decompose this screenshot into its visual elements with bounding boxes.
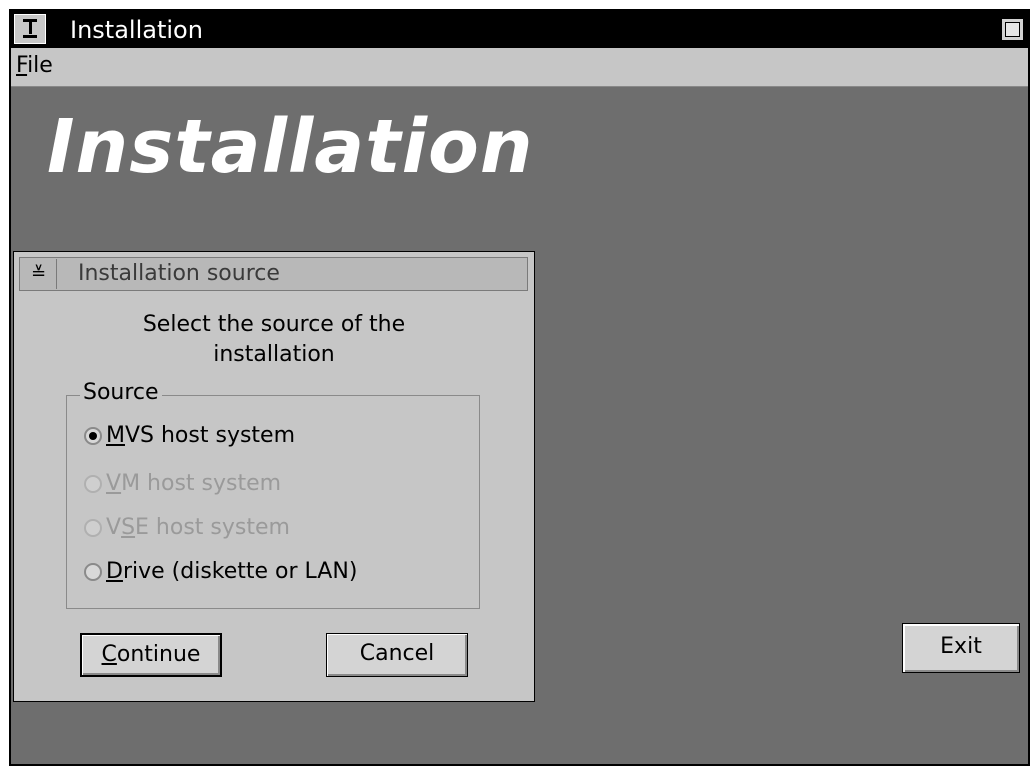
banner-title: Installation [47,104,534,190]
instruction-line-1: Select the source of the [142,312,406,337]
radio-unchecked-icon [84,563,102,581]
radio-mvs-mnemonic: M [106,423,125,448]
menu-file-label: ile [27,53,53,78]
radio-mvs-host[interactable]: M VS host system [84,419,295,453]
radio-vse-prefix: V [106,515,122,540]
radio-vse-label: E host system [135,515,290,540]
dialog-title: Installation source [78,261,280,286]
radio-drive-label: rive (diskette or LAN) [122,559,358,584]
radio-drive-mnemonic: D [106,559,123,584]
continue-button[interactable]: Continue [80,633,222,677]
exit-button[interactable]: Exit [902,623,1020,673]
installation-source-dialog: ≚ Installation source Select the source … [13,251,535,702]
title-bar: Installation [11,11,1028,48]
radio-vse-mnemonic: S [121,515,136,540]
cancel-button[interactable]: Cancel [326,633,468,677]
menu-file[interactable]: File [16,52,53,80]
continue-mnemonic: C [101,642,117,667]
radio-vse-host[interactable]: VSE host system [84,511,290,545]
installation-window: Installation File Installation ≚ Install… [9,9,1030,766]
radio-checked-icon [84,427,102,445]
radio-vm-host[interactable]: VM host system [84,467,281,501]
instruction-line-2: installation [213,342,335,367]
maximize-button[interactable] [1001,18,1024,41]
dialog-title-bar: ≚ Installation source [19,257,528,291]
radio-mvs-label: VS host system [124,423,296,448]
menu-file-mnemonic: F [16,53,28,78]
radio-unchecked-icon [84,475,102,493]
radio-vm-mnemonic: V [106,471,122,496]
radio-drive[interactable]: Drive (diskette or LAN) [84,555,357,589]
continue-label: ontinue [116,642,201,667]
dialog-system-menu-icon[interactable]: ≚ [21,259,57,289]
radio-vm-label: M host system [121,471,282,496]
system-menu-icon[interactable] [14,14,46,44]
source-group-label: Source [80,380,162,406]
menu-bar: File [11,48,1028,87]
dialog-instructions: Select the source of the installation [74,310,474,370]
radio-unchecked-icon [84,519,102,537]
window-title: Installation [70,16,203,44]
